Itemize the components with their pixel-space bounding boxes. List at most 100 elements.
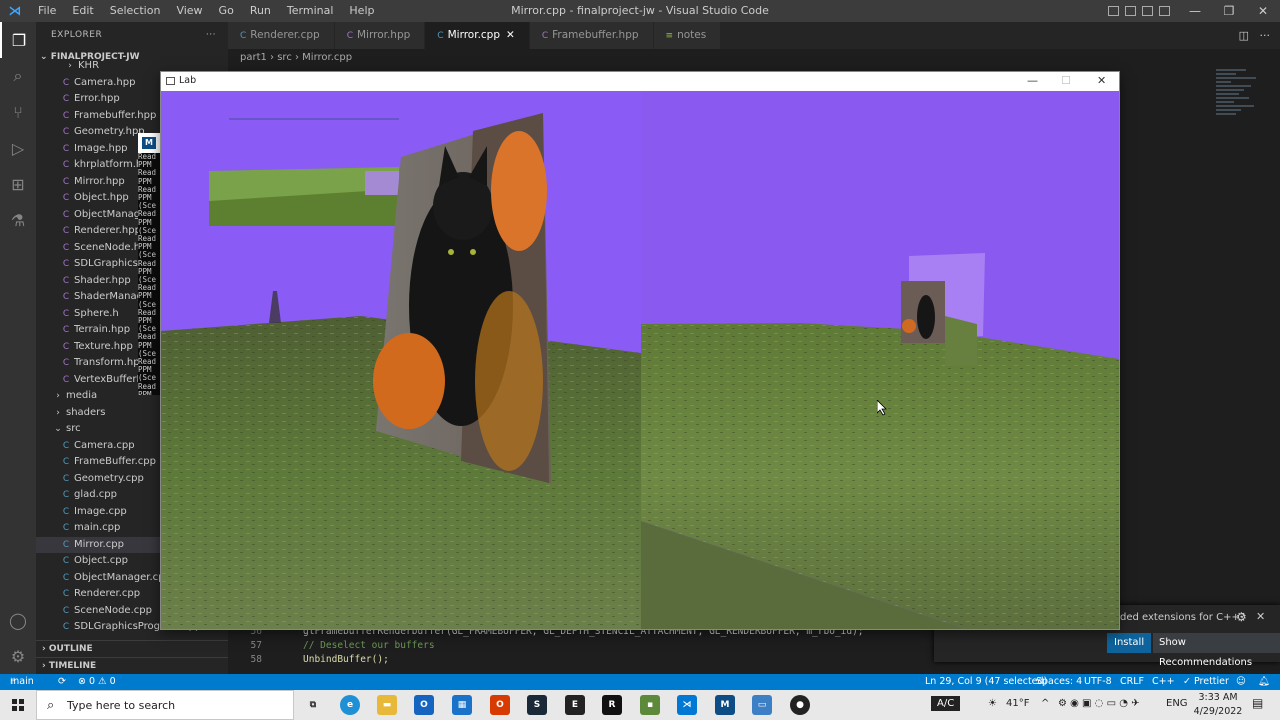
cpp-file-icon: C bbox=[62, 589, 70, 599]
menu-run[interactable]: Run bbox=[242, 0, 279, 22]
tab-notes[interactable]: ≡ notes bbox=[653, 22, 722, 49]
branch-name: main bbox=[10, 676, 34, 687]
3d-viewport[interactable] bbox=[161, 91, 1119, 629]
tray-icons[interactable]: ⚙ ◉ ▣ ◌ ▭ ◔ ✈ bbox=[1058, 698, 1140, 709]
tree-item-label: Mirror.hpp bbox=[74, 175, 125, 187]
minimize-button[interactable]: — bbox=[1178, 0, 1212, 22]
layout-controls bbox=[1108, 0, 1170, 22]
notifications-bell-icon[interactable]: 🔔︎ bbox=[1258, 674, 1270, 690]
tab-actions: ◫ ··· bbox=[1239, 22, 1270, 49]
lab-minimize-button[interactable]: — bbox=[1027, 74, 1038, 87]
cursor-position[interactable]: Ln 29, Col 9 (47 selected) bbox=[925, 674, 1047, 690]
file-explorer-icon[interactable]: ▬ bbox=[377, 695, 397, 715]
toggle-sidebar-icon[interactable] bbox=[1108, 6, 1119, 16]
eol-status[interactable]: CRLF bbox=[1120, 674, 1144, 690]
explorer-title: EXPLORER bbox=[51, 30, 103, 40]
menu-edit[interactable]: Edit bbox=[64, 0, 101, 22]
tree-item-label: Mirror.cpp bbox=[74, 538, 124, 550]
timeline-section[interactable]: › TIMELINE bbox=[36, 657, 228, 674]
store-icon[interactable]: ▦ bbox=[452, 695, 472, 715]
minimap[interactable] bbox=[1216, 67, 1266, 147]
rider-icon[interactable]: R bbox=[602, 695, 622, 715]
tab-framebuffer-hpp[interactable]: C Framebuffer.hpp bbox=[529, 22, 654, 49]
language-indicator[interactable]: ENG bbox=[1166, 698, 1188, 709]
settings-gear-icon[interactable]: ⚙ bbox=[0, 638, 36, 674]
cpp-file-icon: C bbox=[62, 506, 70, 517]
tab-mirror-hpp[interactable]: C Mirror.hpp bbox=[334, 22, 426, 49]
lab-window[interactable]: Lab — ☐ ✕ bbox=[160, 71, 1120, 630]
encoding-status[interactable]: UTF-8 bbox=[1084, 674, 1112, 690]
office-icon[interactable]: O bbox=[490, 695, 510, 715]
code-line[interactable]: 58 UnbindBuffer(); bbox=[228, 653, 389, 667]
tab-renderer-cpp[interactable]: C Renderer.cpp bbox=[228, 22, 335, 49]
language-mode[interactable]: C++ bbox=[1152, 674, 1175, 690]
outlook-icon[interactable]: O bbox=[414, 695, 434, 715]
ac-indicator[interactable]: A/C bbox=[931, 696, 961, 711]
task-view-icon[interactable]: ⧉ bbox=[303, 695, 323, 715]
weather-temperature[interactable]: 41°F bbox=[1006, 698, 1029, 709]
more-tab-actions-icon[interactable]: ··· bbox=[1260, 29, 1271, 42]
prettier-status[interactable]: ✓ Prettier bbox=[1183, 674, 1229, 690]
cpp-file-icon: C bbox=[240, 31, 247, 41]
system-clock[interactable]: 3:33 AM 4/29/2022 bbox=[1190, 691, 1246, 719]
minecraft-icon[interactable]: ▪ bbox=[640, 695, 660, 715]
toast-message: ded extensions for C++? bbox=[1120, 612, 1246, 623]
split-editor-icon[interactable]: ◫ bbox=[1239, 29, 1249, 42]
epic-games-icon[interactable]: E bbox=[565, 695, 585, 715]
tree-item-label: Terrain.hpp bbox=[74, 324, 131, 335]
breadcrumb[interactable]: part1 › src › Mirror.cpp bbox=[228, 49, 1280, 67]
indentation-status[interactable]: Spaces: 4 bbox=[1036, 674, 1082, 690]
close-button[interactable]: ✕ bbox=[1246, 0, 1280, 22]
code-line[interactable]: 57 // Deselect our buffers bbox=[228, 639, 435, 653]
rendered-scene bbox=[161, 91, 1119, 629]
show-hidden-icons[interactable]: ^ bbox=[1041, 698, 1049, 709]
tree-item-label: FrameBuffer.cpp bbox=[74, 456, 156, 467]
source-control-icon[interactable]: ⑂ bbox=[0, 94, 36, 130]
menu-help[interactable]: Help bbox=[341, 0, 382, 22]
toggle-secondary-sidebar-icon[interactable] bbox=[1142, 6, 1153, 16]
weather-icon[interactable]: ☀ bbox=[988, 698, 997, 709]
outline-section[interactable]: › OUTLINE bbox=[36, 640, 228, 657]
gear-icon[interactable]: ⚙ bbox=[1236, 610, 1247, 624]
sdl-app-taskbar-icon[interactable]: M bbox=[715, 695, 735, 715]
obs-icon[interactable]: ● bbox=[790, 695, 810, 715]
tree-item-label: SceneNode.cpp bbox=[74, 604, 152, 616]
close-tab-icon[interactable]: ✕ bbox=[506, 29, 515, 41]
feedback-icon[interactable]: ☺ bbox=[1236, 674, 1246, 690]
problems-status[interactable]: ⊗ 0 ⚠ 0 bbox=[78, 674, 116, 690]
menu-go[interactable]: Go bbox=[211, 0, 242, 22]
hpp-file-icon: C bbox=[62, 77, 70, 88]
lab-close-button[interactable]: ✕ bbox=[1097, 74, 1106, 87]
edge-browser-icon[interactable]: e bbox=[340, 695, 360, 715]
extensions-icon[interactable]: ⊞ bbox=[0, 166, 36, 202]
close-icon[interactable]: ✕ bbox=[1256, 610, 1265, 623]
restore-button[interactable]: ❐ bbox=[1212, 0, 1246, 22]
lab-window-taskbar-icon[interactable]: ▭ bbox=[752, 695, 772, 715]
lab-maximize-button[interactable]: ☐ bbox=[1061, 74, 1071, 87]
taskbar-search-box[interactable]: ⌕ Type here to search bbox=[36, 690, 294, 720]
account-icon[interactable]: ◯ bbox=[0, 602, 36, 638]
install-button[interactable]: Install bbox=[1107, 633, 1152, 653]
notification-center-icon[interactable]: ▤ bbox=[1252, 696, 1263, 710]
lab-title-bar: Lab — ☐ ✕ bbox=[161, 72, 1119, 91]
steam-icon[interactable]: S bbox=[527, 695, 547, 715]
run-debug-icon[interactable]: ▷ bbox=[0, 130, 36, 166]
customize-layout-icon[interactable] bbox=[1159, 6, 1170, 16]
toggle-panel-icon[interactable] bbox=[1125, 6, 1136, 16]
menu-selection[interactable]: Selection bbox=[102, 0, 169, 22]
menu-view[interactable]: View bbox=[168, 0, 210, 22]
hpp-file-icon: C bbox=[62, 275, 70, 286]
search-icon[interactable]: ⌕ bbox=[0, 58, 36, 94]
tab-mirror-cpp[interactable]: C Mirror.cpp ✕ bbox=[425, 22, 530, 49]
start-button[interactable] bbox=[0, 690, 36, 720]
menu-terminal[interactable]: Terminal bbox=[279, 0, 342, 22]
sync-icon[interactable]: ⟳ bbox=[58, 674, 66, 690]
windows-taskbar: ⌕ Type here to search ⧉ e ▬ O ▦ O S E R … bbox=[0, 690, 1280, 720]
show-recommendations-button[interactable]: Show Recommendations bbox=[1153, 633, 1280, 668]
more-actions-icon[interactable]: ··· bbox=[206, 22, 216, 48]
hpp-file-icon: C bbox=[62, 226, 70, 236]
testing-icon[interactable]: ⚗ bbox=[0, 202, 36, 238]
menu-file[interactable]: File bbox=[30, 0, 64, 22]
vscode-taskbar-icon[interactable]: ⋊ bbox=[677, 695, 697, 715]
explorer-icon[interactable]: ❐ bbox=[0, 22, 36, 58]
